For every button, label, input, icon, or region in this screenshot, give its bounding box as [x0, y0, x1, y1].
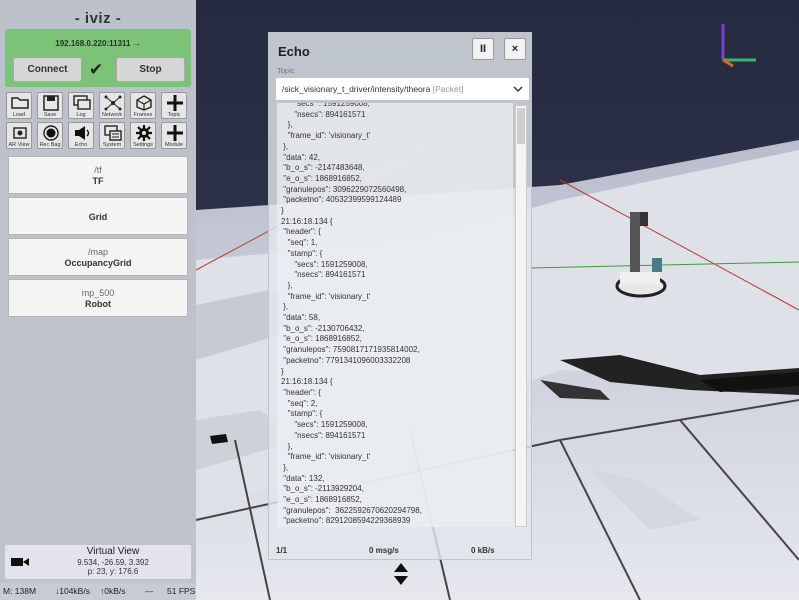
- echo-dialog: Echo II × Topic /sick_visionary_t_driver…: [268, 32, 532, 560]
- module-item-grid[interactable]: Grid: [8, 197, 188, 235]
- virtual-view-box[interactable]: Virtual View 9.534, -26.59, 3.392 p: 23,…: [5, 545, 191, 579]
- echo-message-area[interactable]: "secs" : 1591259008, "nsecs": 894161571 …: [277, 103, 513, 527]
- topic-dropdown[interactable]: /sick_visionary_t_driver/intensity/theor…: [275, 77, 530, 101]
- topic-name: /sick_visionary_t_driver/intensity/theor…: [282, 84, 431, 94]
- download-rate: ↓104kB/s: [55, 586, 90, 596]
- save-button[interactable]: Save: [37, 92, 63, 119]
- page-indicator: 1/1: [276, 546, 288, 555]
- network-button[interactable]: Network: [99, 92, 125, 119]
- left-panel: - iviz - 192.168.0.220:11311 → Connect ✔…: [0, 0, 196, 600]
- save-label: Save: [43, 112, 57, 118]
- echo-label: Echo: [74, 142, 88, 148]
- connection-box: 192.168.0.220:11311 → Connect ✔ Stop: [5, 29, 191, 87]
- gear-icon: [136, 125, 152, 141]
- topic-field-label: Topic: [277, 66, 295, 75]
- rec-bag-label: Rec Bag: [39, 142, 61, 148]
- status-separator: ---: [145, 586, 154, 596]
- system-label: System: [102, 142, 122, 148]
- load-button[interactable]: Load: [6, 92, 32, 119]
- load-label: Load: [12, 112, 26, 118]
- module-item-tf[interactable]: /tf TF: [8, 156, 188, 194]
- close-button[interactable]: ×: [504, 38, 526, 60]
- module-item-robot[interactable]: mp_500 Robot: [8, 279, 188, 317]
- rec-bag-button[interactable]: Rec Bag: [37, 122, 63, 149]
- settings-label: Settings: [133, 142, 153, 148]
- echo-message-text: "secs" : 1591259008, "nsecs": 894161571 …: [281, 103, 422, 526]
- app-title: - iviz -: [74, 10, 122, 27]
- ar-view-icon: [13, 127, 27, 139]
- connect-button[interactable]: Connect: [13, 57, 82, 82]
- topic-label: Topic: [167, 112, 181, 118]
- ar-view-button[interactable]: AR View: [6, 122, 32, 149]
- frames-label: Frames: [133, 112, 153, 118]
- log-label: Log: [76, 112, 86, 118]
- module-item-occupancy-grid[interactable]: /map OccupancyGrid: [8, 238, 188, 276]
- camera-position: 9.534, -26.59, 3.392: [77, 558, 149, 567]
- save-icon: [43, 95, 59, 111]
- echo-button[interactable]: Echo: [68, 122, 94, 149]
- network-label: Network: [101, 112, 123, 118]
- memory-usage: M: 138M: [3, 586, 37, 596]
- module-type: Grid: [88, 212, 108, 222]
- add-topic-button[interactable]: Topic: [161, 92, 187, 119]
- upload-rate: ↑0kB/s: [100, 586, 126, 596]
- check-icon: ✔: [89, 60, 104, 79]
- network-icon: [104, 95, 122, 111]
- bandwidth: 0 kB/s: [471, 546, 495, 555]
- topic-dropdown-value: /sick_visionary_t_driver/intensity/theor…: [282, 84, 463, 94]
- module-type: TF: [92, 176, 104, 186]
- module-topic: /map: [87, 247, 108, 257]
- topic-type: [Packet]: [432, 84, 464, 94]
- dialog-title: Echo: [278, 44, 310, 59]
- system-button[interactable]: System: [99, 122, 125, 149]
- camera-icon: [11, 558, 29, 566]
- log-icon: [73, 95, 91, 110]
- module-topic: mp_500: [81, 288, 115, 298]
- camera-rotation: p: 23, y: 176.6: [87, 567, 139, 576]
- folder-icon: [11, 97, 29, 109]
- frames-button[interactable]: Frames: [130, 92, 156, 119]
- plus-icon: [167, 125, 183, 141]
- echo-icon: [75, 126, 90, 140]
- add-module-button[interactable]: Module: [161, 122, 187, 149]
- pause-button[interactable]: II: [472, 38, 494, 60]
- fps-counter: 51 FPS: [167, 586, 196, 596]
- settings-button[interactable]: Settings: [130, 122, 156, 149]
- stop-button[interactable]: Stop: [116, 57, 185, 82]
- ar-view-label: AR View: [8, 142, 30, 148]
- chevron-down-icon: [513, 86, 523, 93]
- status-bar: M: 138M ↓104kB/s ↑0kB/s --- 51 FPS: [0, 583, 196, 600]
- echo-scrollbar[interactable]: [515, 105, 527, 527]
- virtual-view-title: Virtual View: [86, 546, 140, 557]
- system-icon: [104, 125, 122, 141]
- module-type: OccupancyGrid: [64, 258, 132, 268]
- module-topic: /tf: [94, 165, 102, 175]
- module-label: Module: [164, 142, 184, 148]
- record-icon: [43, 125, 59, 141]
- message-rate: 0 msg/s: [369, 546, 399, 555]
- frames-icon: [136, 95, 152, 111]
- module-type: Robot: [85, 299, 111, 309]
- up-down-arrows-icon[interactable]: [393, 562, 409, 586]
- plus-icon: [167, 95, 183, 111]
- master-uri[interactable]: 192.168.0.220:11311 →: [5, 39, 191, 48]
- scrollbar-thumb[interactable]: [517, 108, 525, 144]
- log-button[interactable]: Log: [68, 92, 94, 119]
